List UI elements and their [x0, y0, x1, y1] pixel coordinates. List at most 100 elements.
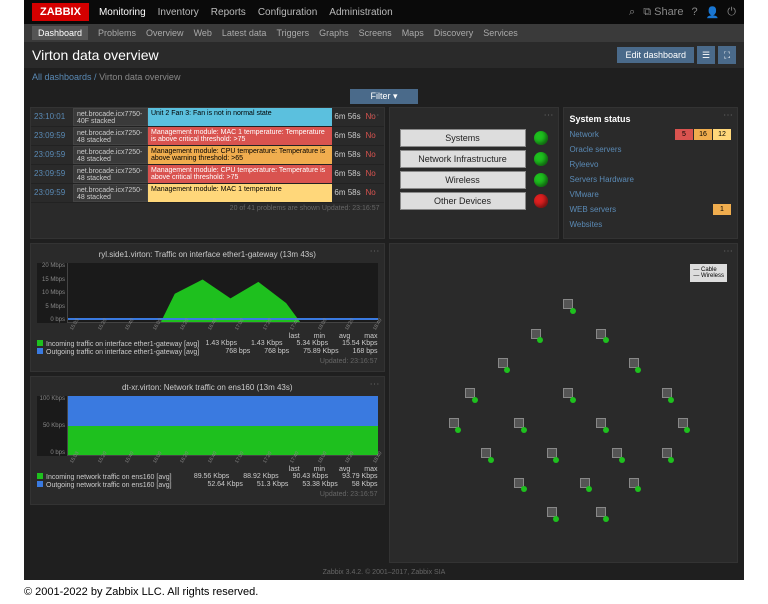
status-group-link[interactable]: Oracle servers	[570, 145, 732, 154]
status-rows: Network51612 Oracle servers Ryleevo Servers…	[570, 128, 732, 231]
problem-host[interactable]: net.brocade.icx7750-40F stacked	[73, 108, 148, 126]
user-icon[interactable]: 👤	[706, 6, 720, 19]
map-status-dot	[684, 427, 690, 433]
x-axis-1: 15:0315:2015:4016:0016:2016:4017:0017:20…	[67, 325, 378, 331]
problems-footer: 20 of 41 problems are shown Updated: 23:…	[31, 203, 384, 214]
status-count[interactable]: 1	[713, 204, 731, 215]
problem-duration: 6m 58s	[332, 184, 364, 202]
chart-ens160: ⋯ dt-xr.virton: Network traffic on ens16…	[30, 376, 385, 505]
subnav-latest-data[interactable]: Latest data	[222, 28, 267, 38]
nav-inventory[interactable]: Inventory	[158, 7, 199, 18]
fullscreen-icon[interactable]: ⛶	[718, 46, 736, 64]
nav-reports[interactable]: Reports	[211, 7, 246, 18]
problem-host[interactable]: net.brocade.icx7250-48 stacked	[73, 165, 148, 183]
problem-duration: 6m 58s	[332, 127, 364, 145]
subnav-graphs[interactable]: Graphs	[319, 28, 349, 38]
share-button[interactable]: ⧉ Share	[643, 6, 683, 19]
subnav-web[interactable]: Web	[194, 28, 212, 38]
sysgroup-row: Systems	[400, 129, 548, 147]
problem-row[interactable]: 23:10:01net.brocade.icx7750-40F stackedU…	[31, 108, 384, 127]
subnav-dashboard[interactable]: Dashboard	[32, 26, 88, 40]
problem-time: 23:09:59	[31, 184, 73, 202]
breadcrumb-current: Virton data overview	[99, 72, 180, 82]
problem-row[interactable]: 23:09:59net.brocade.icx7250-48 stackedMa…	[31, 146, 384, 165]
subnav-overview[interactable]: Overview	[146, 28, 184, 38]
nav-configuration[interactable]: Configuration	[258, 7, 317, 18]
subnav-screens[interactable]: Screens	[359, 28, 392, 38]
main-nav: Monitoring Inventory Reports Configuration A…	[99, 7, 629, 18]
map-status-dot	[455, 427, 461, 433]
nav-monitoring[interactable]: Monitoring	[99, 7, 146, 18]
problem-issue[interactable]: Management module: MAC 1 temperature	[148, 184, 332, 202]
sysgroup-box[interactable]: Systems	[400, 129, 526, 147]
chart-title: dt-xr.virton: Network traffic on ens160 …	[37, 383, 378, 392]
widget-menu-icon[interactable]: ⋯	[723, 110, 733, 121]
network-map-canvas[interactable]	[400, 254, 728, 552]
map-status-dot	[603, 337, 609, 343]
status-led-icon	[534, 194, 548, 208]
problem-ack[interactable]: No	[364, 165, 384, 183]
problem-issue[interactable]: Unit 2 Fan 3: Fan is not in normal state	[148, 108, 332, 126]
legend-row: Outgoing traffic on interface ether1-gat…	[37, 348, 378, 356]
subnav-services[interactable]: Services	[483, 28, 518, 38]
nav-administration[interactable]: Administration	[329, 7, 392, 18]
breadcrumb-root[interactable]: All dashboards	[32, 72, 92, 82]
legend-row: Incoming traffic on interface ether1-gat…	[37, 340, 378, 348]
map-status-dot	[635, 486, 641, 492]
problem-duration: 6m 56s	[332, 108, 364, 126]
page-title: Virton data overview	[32, 47, 617, 63]
sub-nav: Dashboard Problems Overview Web Latest data T…	[24, 24, 744, 42]
status-group-link[interactable]: Ryleevo	[570, 160, 732, 169]
breadcrumb: All dashboards / Virton data overview	[24, 68, 744, 86]
problem-ack[interactable]: No	[364, 184, 384, 202]
widget-menu-icon[interactable]: ⋯	[370, 379, 380, 390]
network-map-widget: ⋯ — Cable — Wireless	[389, 243, 739, 563]
sysgroup-box[interactable]: Wireless	[400, 171, 526, 189]
status-group-link[interactable]: Websites	[570, 220, 732, 229]
problem-row[interactable]: 23:09:59net.brocade.icx7250-48 stackedMa…	[31, 184, 384, 203]
subnav-problems[interactable]: Problems	[98, 28, 136, 38]
widget-menu-icon[interactable]: ⋯	[370, 246, 380, 257]
problem-ack[interactable]: No	[364, 127, 384, 145]
problem-row[interactable]: 23:09:59net.brocade.icx7250-48 stackedMa…	[31, 165, 384, 184]
logout-icon[interactable]: ⏻	[727, 6, 736, 19]
options-icon[interactable]: ☰	[697, 46, 715, 64]
status-count[interactable]: 5	[675, 129, 693, 140]
sysgroup-box[interactable]: Network Infrastructure	[400, 150, 526, 168]
map-status-dot	[603, 427, 609, 433]
subnav-discovery[interactable]: Discovery	[434, 28, 474, 38]
problem-host[interactable]: net.brocade.icx7250-48 stacked	[73, 127, 148, 145]
status-group-link[interactable]: WEB servers	[570, 205, 713, 214]
problem-ack[interactable]: No	[364, 146, 384, 164]
sysgroups-widget: ⋯ Systems Network Infrastructure Wireless O…	[389, 107, 559, 239]
problem-issue[interactable]: Management module: MAC 1 temperature: Te…	[148, 127, 332, 145]
subnav-triggers[interactable]: Triggers	[276, 28, 309, 38]
help-icon[interactable]: ?	[691, 6, 697, 18]
filter-button[interactable]: Filter ▾	[350, 89, 417, 104]
problem-time: 23:09:59	[31, 165, 73, 183]
status-row: VMware	[570, 188, 732, 201]
status-group-link[interactable]: VMware	[570, 190, 732, 199]
problem-time: 23:09:59	[31, 146, 73, 164]
problem-issue[interactable]: Management module: CPU temperature: Temp…	[148, 146, 332, 164]
widget-menu-icon[interactable]: ⋯	[370, 110, 380, 121]
map-status-dot	[488, 457, 494, 463]
problem-host[interactable]: net.brocade.icx7250-48 stacked	[73, 146, 148, 164]
problems-widget: ⋯ 23:10:01net.brocade.icx7750-40F stacke…	[30, 107, 385, 239]
search-icon[interactable]: ⌕	[629, 6, 635, 19]
status-group-link[interactable]: Network	[570, 130, 675, 139]
chart-ether1: ⋯ ryl.side1.virton: Traffic on interface…	[30, 243, 385, 372]
sysgroup-row: Wireless	[400, 171, 548, 189]
problem-row[interactable]: 23:09:59net.brocade.icx7250-48 stackedMa…	[31, 127, 384, 146]
page-copyright: © 2001-2022 by Zabbix LLC. All rights re…	[0, 580, 768, 604]
map-status-dot	[553, 516, 559, 522]
problem-issue[interactable]: Management module: CPU temperature: Temp…	[148, 165, 332, 183]
edit-dashboard-button[interactable]: Edit dashboard	[617, 47, 694, 63]
status-group-link[interactable]: Servers Hardware	[570, 175, 732, 184]
status-count[interactable]: 16	[694, 129, 712, 140]
widget-menu-icon[interactable]: ⋯	[544, 110, 554, 121]
status-count[interactable]: 12	[713, 129, 731, 140]
problem-host[interactable]: net.brocade.icx7250-48 stacked	[73, 184, 148, 202]
subnav-maps[interactable]: Maps	[402, 28, 424, 38]
sysgroup-box[interactable]: Other Devices	[400, 192, 526, 210]
